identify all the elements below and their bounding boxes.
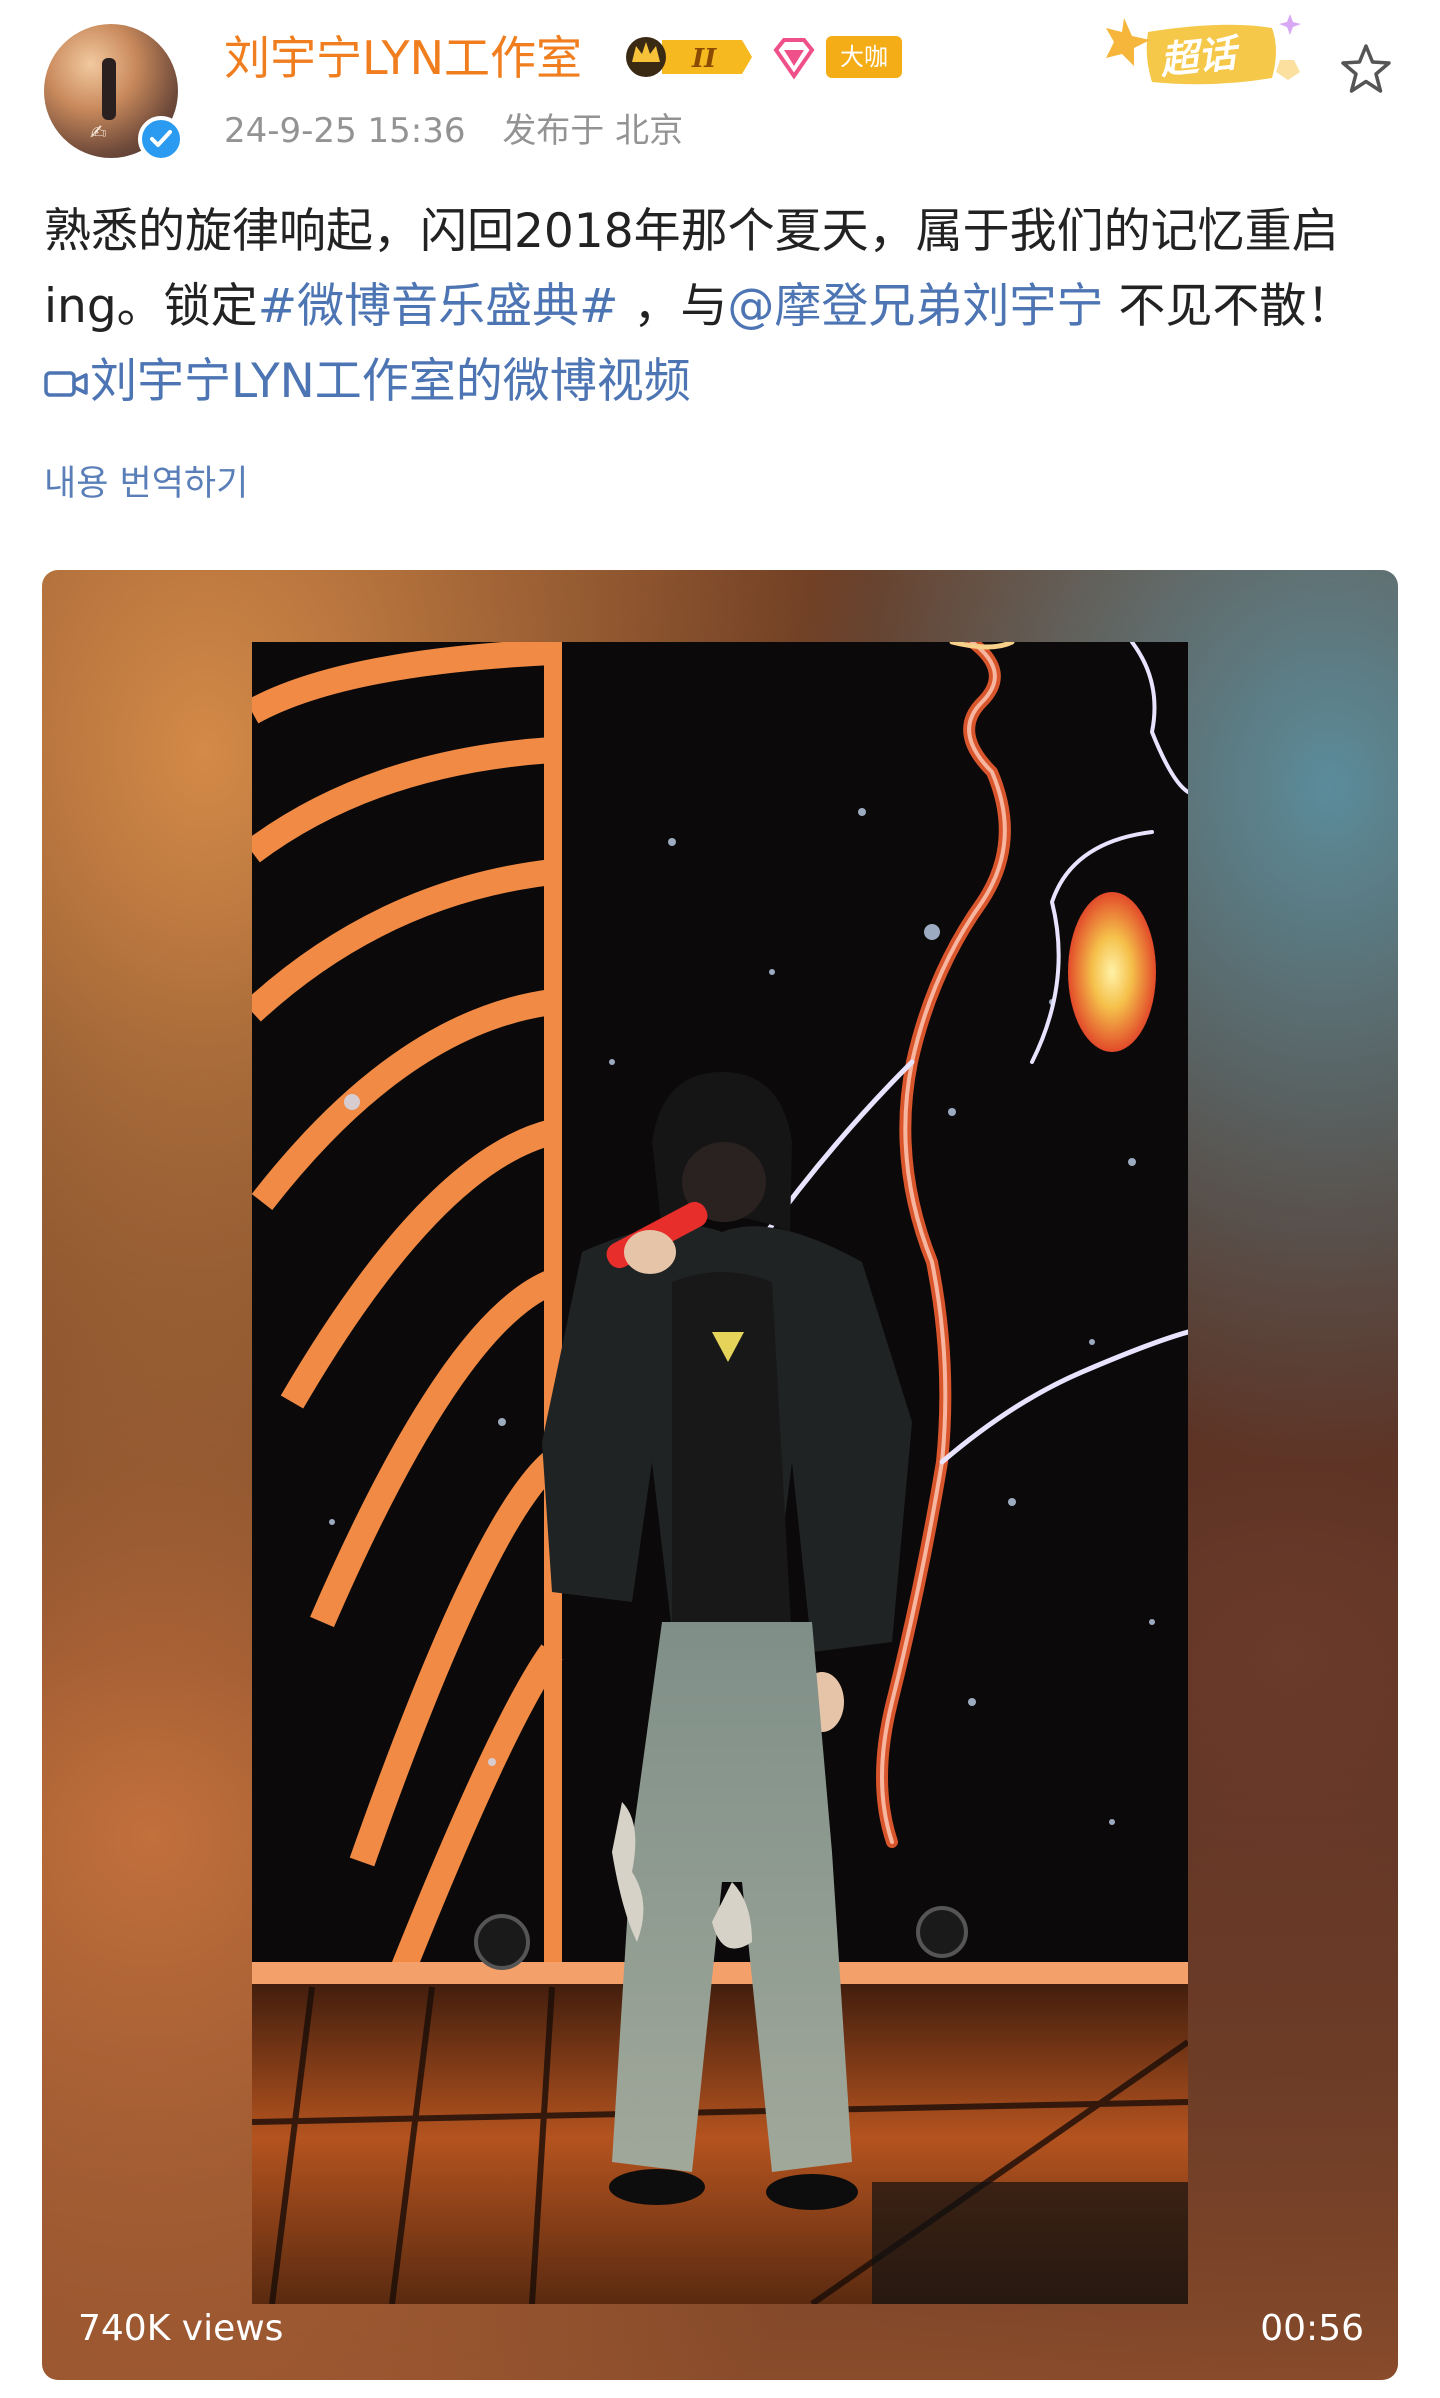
author-name[interactable]: 刘宇宁LYN工作室 — [224, 28, 582, 88]
weibo-post: ✍ 刘宇宁LYN工作室 II 大咖 24-9-25 15:36 发布于 北京 超… — [0, 0, 1440, 2398]
post-text-connector: ，与 — [618, 279, 728, 334]
video-link-icon — [44, 371, 88, 397]
video-source-link[interactable]: 刘宇宁LYN工作室的微博视频 — [44, 354, 691, 409]
post-text: 熟悉的旋律响起，闪回2018年那个夏天，属于我们的记忆重启ing。锁定#微博音乐… — [44, 194, 1396, 419]
star-outline-icon[interactable] — [1336, 40, 1396, 100]
post-text-tail: 不见不散！ — [1103, 279, 1354, 334]
chaohua-label[interactable]: 超话 — [1158, 28, 1239, 86]
mention-link[interactable]: @摩登兄弟刘宇宁 — [727, 279, 1103, 334]
video-source-label: 刘宇宁LYN工作室的微博视频 — [90, 354, 691, 409]
video-duration: 00:56 — [1260, 2308, 1364, 2349]
badge-level: II — [691, 44, 717, 74]
post-date: 24-9-25 15:36 — [224, 111, 466, 151]
view-count: 740K views — [78, 2308, 284, 2349]
daka-badge[interactable]: 大咖 — [826, 36, 902, 78]
verified-check-icon — [138, 116, 184, 162]
avatar-figure — [102, 58, 116, 120]
video-thumbnail — [252, 642, 1188, 2304]
post-location: 发布于 北京 — [502, 111, 684, 151]
diamond-fan-icon[interactable] — [770, 34, 818, 82]
hashtag-link[interactable]: #微博音乐盛典# — [258, 279, 619, 334]
video-player[interactable]: 740K views 00:56 — [42, 570, 1398, 2380]
post-meta: 24-9-25 15:36 发布于 北京 — [224, 106, 683, 156]
avatar-signature: ✍ — [90, 120, 107, 144]
translate-button[interactable]: 내용 번역하기 — [44, 458, 248, 510]
crown-icon[interactable]: II — [622, 32, 754, 82]
